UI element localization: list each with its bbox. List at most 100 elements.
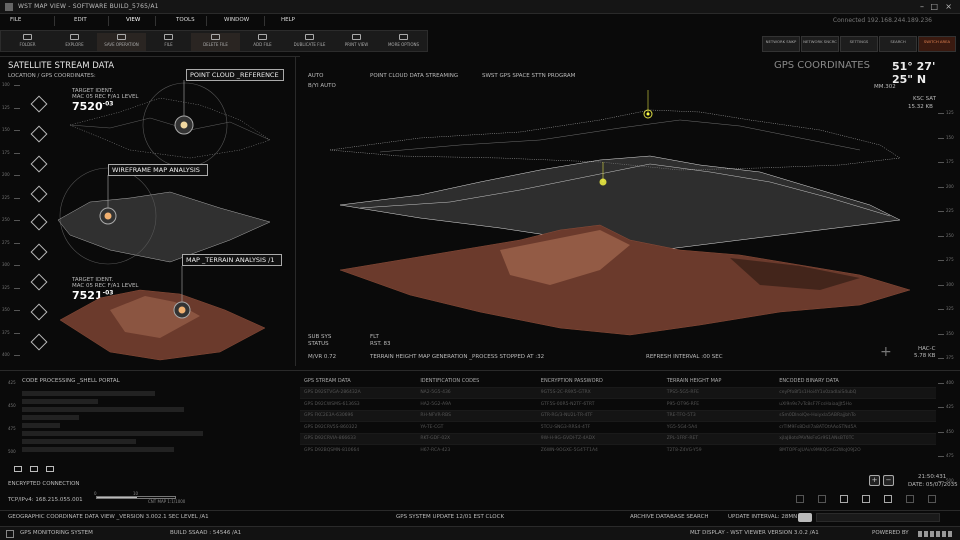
cell-binary: xjlaJ8otsPAVNsFsGr9S1ANsBT0TC — [775, 432, 936, 445]
minimize-icon[interactable]: – — [920, 2, 924, 11]
menu-window[interactable]: WINDOW — [224, 17, 249, 23]
network-sncrc-button[interactable]: NETWORK SNCRC — [801, 36, 839, 52]
cell-binary: crTlM9Fs8Dsll7a8ATOtAAoSTNd5A — [775, 421, 936, 433]
console-line — [22, 391, 155, 396]
console-line — [22, 407, 184, 412]
menu-view[interactable]: VIEW — [126, 17, 140, 23]
scale-min: 0 — [94, 491, 97, 496]
menu-file[interactable]: FILE — [10, 17, 21, 23]
crosshair-tool-icon[interactable] — [30, 185, 48, 203]
ruler-tick: 300 — [2, 262, 10, 267]
ruler-tick: 300 — [946, 281, 954, 287]
layer-tool-icon[interactable] — [30, 95, 48, 113]
shell-output[interactable] — [22, 388, 212, 463]
switch-area-button[interactable]: SWITCH AREA — [918, 36, 956, 52]
col-encryption[interactable]: ENCRYPTION PASSWORD — [537, 376, 663, 387]
archive-search-label[interactable]: ARCHIVE DATABASE SEARCH — [630, 514, 709, 520]
ruler-mark — [938, 211, 944, 212]
ruler-tick: 375 — [946, 355, 954, 360]
cell-gps-stream: GPS D92STVGA-286432A — [300, 386, 417, 399]
console-icon-3[interactable] — [46, 466, 54, 472]
menu-divider — [108, 16, 109, 26]
terrain-3d-view[interactable] — [300, 90, 940, 350]
tcp-address: TCP/IPv4: 168.215.055.001 — [8, 497, 83, 503]
menu-help[interactable]: HELP — [281, 17, 295, 23]
monitor-icon — [6, 530, 14, 538]
network-snkp-button[interactable]: NETWORK SNKP — [762, 36, 800, 52]
menu-tools[interactable]: TOOLS — [176, 17, 195, 23]
table-row[interactable]: GPS D92STVGA-286432A NA2-5G5-436 9GT5S-2C-… — [300, 386, 936, 399]
view-icon-5[interactable] — [884, 495, 892, 503]
view-icon-7[interactable] — [928, 495, 936, 503]
view-icon-1[interactable] — [796, 495, 804, 503]
add-file-button[interactable]: ADD FILE — [238, 33, 287, 51]
move-tool-icon[interactable] — [30, 303, 48, 321]
search-button[interactable]: SEARCH — [879, 36, 917, 52]
view-icon-3[interactable] — [840, 495, 848, 503]
table-row[interactable]: GPS D92CRV5S-860322 YA-TE-CGT 5TCU-SNG3-RR… — [300, 421, 936, 433]
ruler-tick: 350 — [946, 330, 954, 336]
ruler-mark — [938, 309, 944, 310]
col-identification[interactable]: IDENTIFICATION CODES — [416, 376, 536, 387]
delete-file-button[interactable]: DELETE FILE — [191, 33, 240, 51]
console-icon-1[interactable] — [14, 466, 22, 472]
cell-gps-stream: GPS D92BQSMN-810664 — [300, 444, 417, 456]
crosshair-icon[interactable]: + — [880, 344, 892, 360]
select-tool-icon[interactable] — [30, 333, 48, 351]
menu-edit[interactable]: EDIT — [74, 17, 87, 23]
grid-tool-icon[interactable] — [30, 125, 48, 143]
ruler-mark — [938, 358, 944, 359]
toolbar-label: ADD FILE — [253, 42, 272, 47]
maximize-icon[interactable]: □ — [930, 2, 938, 11]
zoom-in-icon[interactable]: + — [869, 475, 880, 486]
explore-button[interactable]: EXPLORE — [50, 33, 99, 51]
point-cloud-streaming: POINT CLOUD DATA STREAMING — [370, 73, 459, 79]
mvr-readout: M/VR 0.72 — [308, 354, 337, 360]
sub-sys-label: SUB SYS — [308, 334, 332, 340]
target-core — [104, 212, 112, 220]
close-icon[interactable]: × — [945, 2, 952, 11]
folder-button[interactable]: FOLDER — [3, 33, 52, 51]
table-row[interactable]: GPS D92CRVIA-866633 RKT-GDF-02X 9W-H-9G-GV… — [300, 432, 936, 445]
terrain-generation-status: TERRAIN HEIGHT MAP GENERATION _PROCESS S… — [370, 354, 545, 360]
file-button[interactable]: FILE — [144, 33, 193, 51]
ruler-mark — [14, 175, 20, 176]
ruler-tick: 225 — [946, 208, 954, 213]
scale-tool-icon[interactable] — [30, 273, 48, 291]
save-operation-button[interactable]: SAVE OPERATION — [97, 33, 146, 51]
col-binary[interactable]: ENCODED BINARY DATA — [775, 376, 936, 387]
zoom-out-icon[interactable]: − — [883, 475, 894, 486]
ruler-tick: 325 — [946, 306, 954, 311]
view-icon-4[interactable] — [862, 495, 870, 503]
print-view-button[interactable]: PRINT VIEW — [332, 33, 381, 51]
menu-divider — [264, 16, 265, 26]
app-icon — [5, 3, 13, 11]
gps-marker[interactable] — [599, 178, 607, 186]
cell-binary: 8MTOPFoJUAi/s9MKQGnG2WoJ09J2O — [775, 444, 936, 456]
duplicate-file-button[interactable]: DUBLICATE FILE — [285, 33, 334, 51]
console-icon-2[interactable] — [30, 466, 38, 472]
col-gps-stream[interactable]: GPS STREAM DATA — [300, 376, 416, 387]
settings-button[interactable]: SETTINGS — [840, 36, 878, 52]
status-bar: GEOGRAPHIC COORDINATE DATA VIEW _VERSION… — [0, 510, 960, 524]
ruler-mark — [14, 85, 20, 86]
marker-tool-icon[interactable] — [30, 155, 48, 173]
view-icon-2[interactable] — [818, 495, 826, 503]
table-row[interactable]: GPS D92BQSMN-810664 H67-RCA-423 Z6WN-9OGXE… — [300, 444, 936, 456]
auto-ratio: B/YI AUTO — [308, 83, 336, 89]
table-row[interactable]: GPS FKC2E3A-630696 RH-NFVR-RBS GTR-RG/3-NU… — [300, 409, 936, 422]
col-terrain-map[interactable]: TERRAIN HEIGHT MAP — [663, 376, 776, 387]
ruler-mark — [938, 456, 944, 457]
ruler-mark — [938, 407, 944, 408]
target-core — [178, 306, 186, 314]
more-options-button[interactable]: MORE OPTIONS — [379, 33, 428, 51]
toggle-switch[interactable] — [798, 513, 812, 522]
view-icon-6[interactable] — [906, 495, 914, 503]
encrypted-connection: ENCRYPTED CONNECTION — [8, 481, 80, 487]
rotate-tool-icon[interactable] — [30, 213, 48, 231]
vendor-logo — [918, 531, 954, 537]
search-input[interactable] — [816, 513, 940, 522]
measure-tool-icon[interactable] — [30, 243, 48, 261]
table-row[interactable]: GPS D92CWSMS-6136S3 HA2-5G2-A9A GTF5S-00R5… — [300, 398, 936, 410]
monitoring-system-label: GPS MONITORING SYSTEM — [20, 530, 93, 536]
